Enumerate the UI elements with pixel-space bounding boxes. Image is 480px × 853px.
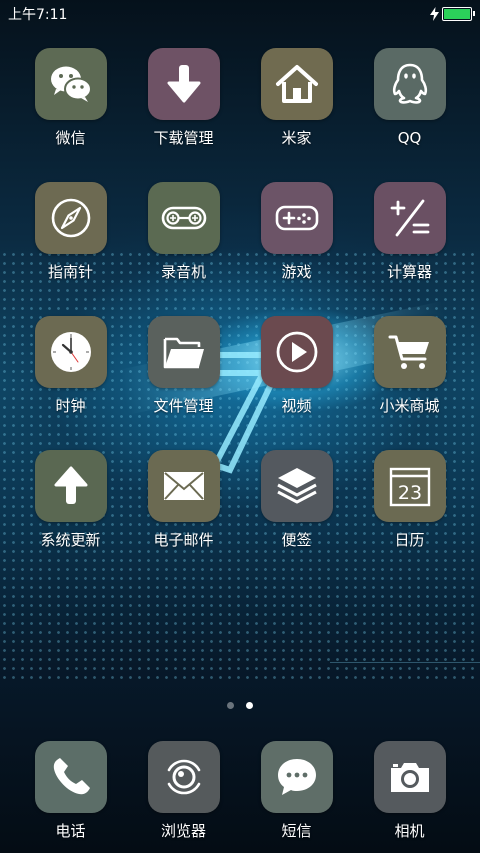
app-system-update[interactable]: 系统更新 xyxy=(14,450,127,549)
battery-level xyxy=(444,9,470,19)
status-icons xyxy=(430,7,475,21)
app-games-tile[interactable] xyxy=(260,182,333,254)
phone-icon xyxy=(53,758,90,795)
tape-recorder-icon xyxy=(161,206,206,230)
upload-arrow-icon xyxy=(54,466,87,504)
app-file-manager[interactable]: 文件管理 xyxy=(127,316,240,415)
app-grid: 微信 下载管理 米家 QQ 指南针 录音机 游戏 计算器 时钟 文件管理 视频 … xyxy=(14,48,466,549)
app-games[interactable]: 游戏 xyxy=(240,182,353,281)
app-notes-tile[interactable] xyxy=(260,450,333,522)
app-messages-tile[interactable] xyxy=(260,741,333,813)
app-label: 短信 xyxy=(281,822,312,840)
app-download-manager-tile[interactable] xyxy=(147,48,220,120)
app-download-manager[interactable]: 下载管理 xyxy=(127,48,240,147)
app-email[interactable]: 电子邮件 xyxy=(127,450,240,549)
folder-icon xyxy=(163,337,204,369)
battery-icon xyxy=(442,7,475,21)
app-label: 电话 xyxy=(55,822,86,840)
app-compass[interactable]: 指南针 xyxy=(14,182,127,281)
app-browser[interactable]: 浏览器 xyxy=(127,741,240,840)
app-calculator-tile[interactable] xyxy=(373,182,446,254)
home-icon xyxy=(275,65,318,103)
app-camera-tile[interactable] xyxy=(373,741,446,813)
page-dot-1[interactable] xyxy=(227,702,234,709)
app-video[interactable]: 视频 xyxy=(240,316,353,415)
app-label: 文件管理 xyxy=(153,397,214,415)
compass-icon xyxy=(51,198,90,238)
app-phone-tile[interactable] xyxy=(34,741,107,813)
calendar-icon: 23 xyxy=(389,467,430,507)
camera-icon xyxy=(390,763,429,792)
app-wechat[interactable]: 微信 xyxy=(14,48,127,147)
app-label: 录音机 xyxy=(160,263,206,281)
status-bar: 上午7:11 xyxy=(0,0,480,28)
app-clock-tile[interactable] xyxy=(34,316,107,388)
app-mi-store-tile[interactable] xyxy=(373,316,446,388)
app-email-tile[interactable] xyxy=(147,450,220,522)
app-label: 计算器 xyxy=(386,263,432,281)
app-notes[interactable]: 便签 xyxy=(240,450,353,549)
app-label: 相机 xyxy=(394,822,425,840)
envelope-icon xyxy=(163,472,204,500)
app-file-manager-tile[interactable] xyxy=(147,316,220,388)
app-video-tile[interactable] xyxy=(260,316,333,388)
calculator-icon xyxy=(390,199,429,237)
app-clock[interactable]: 时钟 xyxy=(14,316,127,415)
app-wechat-tile[interactable] xyxy=(34,48,107,120)
page-indicator xyxy=(0,702,480,709)
app-label: 下载管理 xyxy=(153,129,214,147)
app-label: 电子邮件 xyxy=(153,531,214,549)
app-label: 指南针 xyxy=(47,263,93,281)
app-mi-store[interactable]: 小米商城 xyxy=(353,316,466,415)
wallpaper-horizon-line xyxy=(330,662,480,663)
app-calculator[interactable]: 计算器 xyxy=(353,182,466,281)
app-mijia[interactable]: 米家 xyxy=(240,48,353,147)
message-bubble-icon xyxy=(277,759,316,795)
penguin-icon xyxy=(392,63,427,104)
app-label: 浏览器 xyxy=(160,822,206,840)
app-label: 时钟 xyxy=(55,397,86,415)
app-messages[interactable]: 短信 xyxy=(240,741,353,840)
dock: 电话 浏览器 短信 相机 xyxy=(14,741,466,840)
wechat-icon xyxy=(50,66,92,102)
app-recorder[interactable]: 录音机 xyxy=(127,182,240,281)
app-compass-tile[interactable] xyxy=(34,182,107,254)
app-mijia-tile[interactable] xyxy=(260,48,333,120)
play-icon xyxy=(276,331,317,373)
app-calendar-tile[interactable]: 23 xyxy=(373,450,446,522)
lightning-icon xyxy=(430,7,439,21)
app-label: 小米商城 xyxy=(379,397,440,415)
clock-icon xyxy=(50,332,91,372)
app-phone[interactable]: 电话 xyxy=(14,741,127,840)
download-arrow-icon xyxy=(167,65,200,103)
status-time: 上午7:11 xyxy=(8,7,68,23)
app-recorder-tile[interactable] xyxy=(147,182,220,254)
app-camera[interactable]: 相机 xyxy=(353,741,466,840)
app-browser-tile[interactable] xyxy=(147,741,220,813)
app-label: 米家 xyxy=(281,129,312,147)
app-label: QQ xyxy=(397,129,422,147)
page-dot-2-active[interactable] xyxy=(246,702,253,709)
app-label: 便签 xyxy=(281,531,312,549)
gamepad-icon xyxy=(275,205,318,231)
app-system-update-tile[interactable] xyxy=(34,450,107,522)
app-label: 微信 xyxy=(55,129,86,147)
browser-icon xyxy=(167,759,200,795)
app-label: 系统更新 xyxy=(40,531,101,549)
app-label: 日历 xyxy=(394,531,425,549)
layers-icon xyxy=(276,468,317,504)
app-qq[interactable]: QQ xyxy=(353,48,466,147)
cart-icon xyxy=(388,335,429,369)
app-calendar[interactable]: 23 日历 xyxy=(353,450,466,549)
app-label: 游戏 xyxy=(281,263,312,281)
app-label: 视频 xyxy=(281,397,312,415)
app-qq-tile[interactable] xyxy=(373,48,446,120)
calendar-day: 23 xyxy=(397,482,421,504)
